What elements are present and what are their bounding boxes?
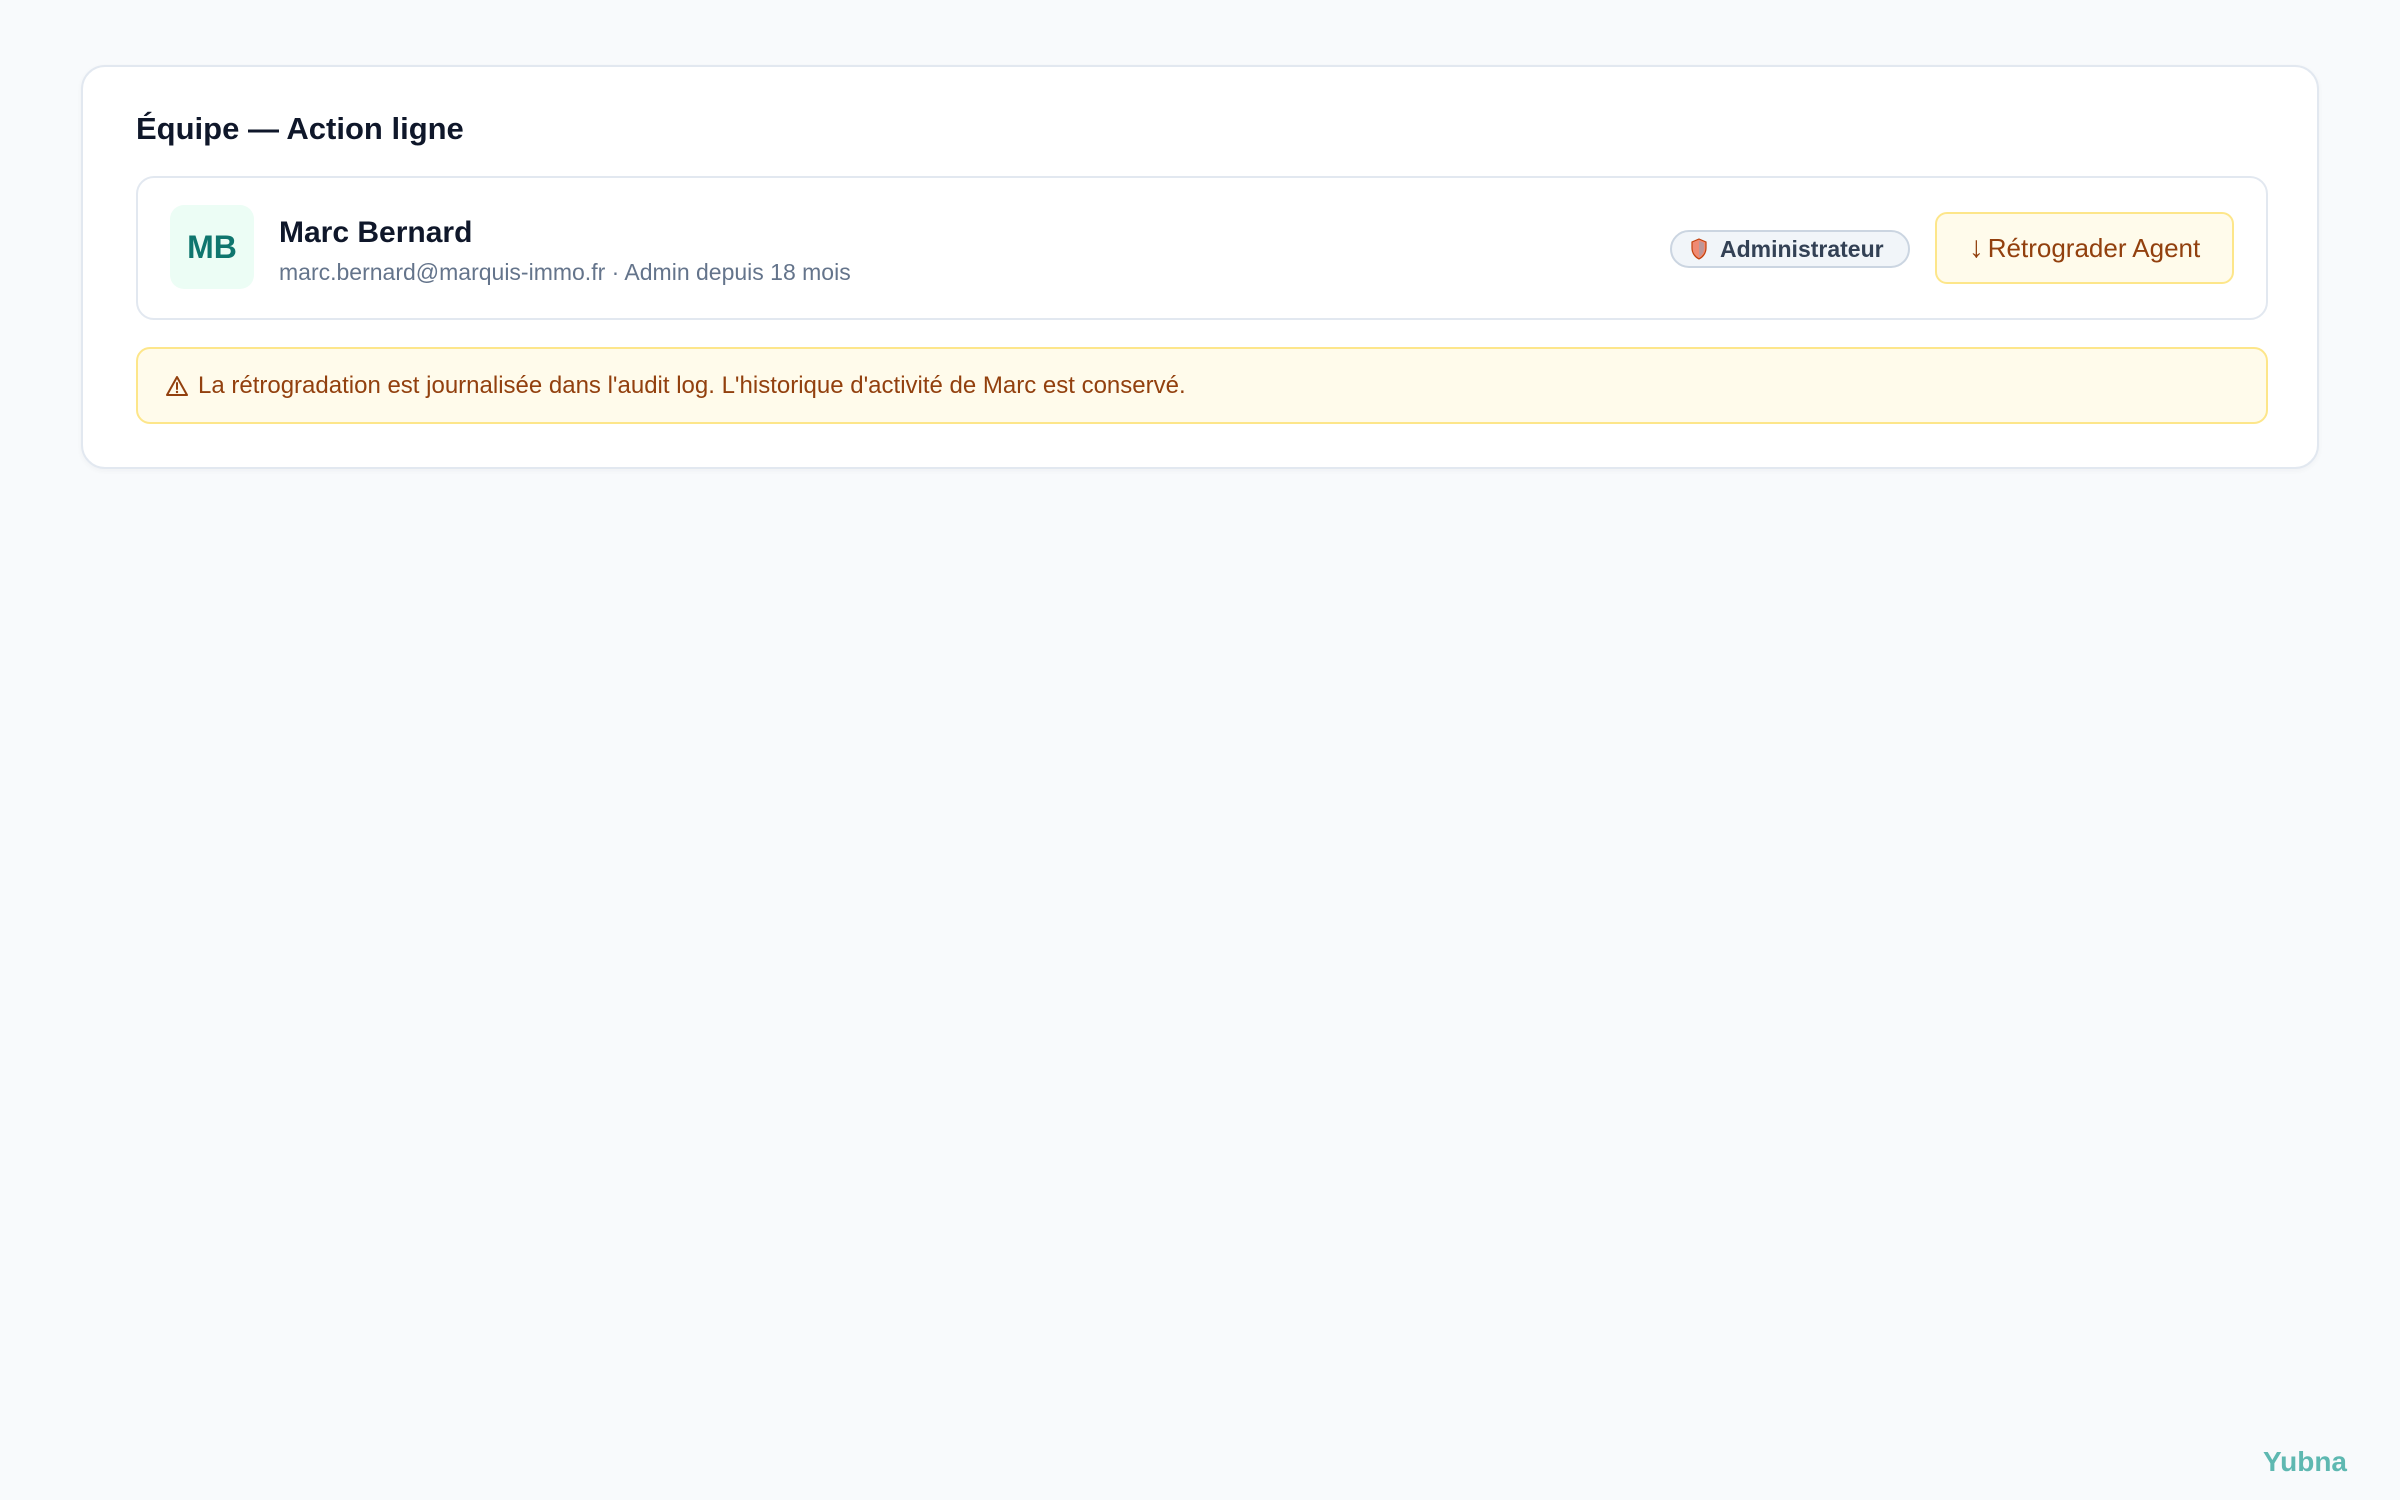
member-meta: marc.bernard@marquis-immo.fr · Admin dep… (279, 259, 851, 285)
shield-icon (1690, 238, 1708, 260)
role-badge-label: Administrateur (1720, 235, 1884, 262)
demote-agent-button[interactable]: ↓ Rétrograder Agent (1935, 212, 2234, 284)
panel-title: Équipe — Action ligne (136, 111, 464, 146)
team-action-panel: Équipe — Action ligne MB Marc Bernard ma… (81, 65, 2319, 469)
avatar: MB (170, 205, 254, 289)
warning-text: La rétrogradation est journalisée dans l… (198, 371, 1186, 399)
member-name: Marc Bernard (279, 216, 473, 249)
warning-banner: La rétrogradation est journalisée dans l… (136, 347, 2268, 424)
warning-triangle-icon (166, 375, 188, 397)
role-badge: Administrateur (1670, 230, 1910, 268)
demote-agent-label: Rétrograder Agent (1987, 232, 2201, 263)
member-row: MB Marc Bernard marc.bernard@marquis-imm… (136, 176, 2268, 320)
brand-logo: Yubna (2262, 1446, 2347, 1477)
arrow-down-icon: ↓ (1968, 231, 1984, 264)
